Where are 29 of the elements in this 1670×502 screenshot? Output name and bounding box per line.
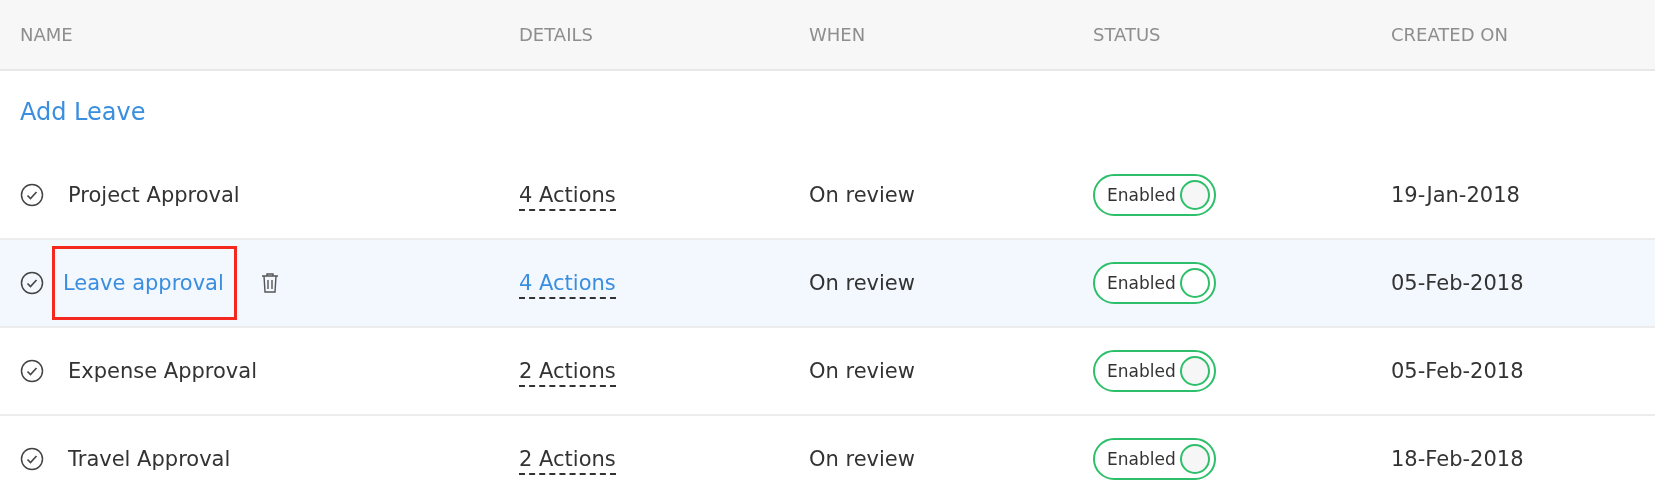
check-circle-icon [20, 359, 44, 383]
created-date: 18-Feb-2018 [1391, 447, 1524, 471]
column-header: STATUS [1093, 24, 1162, 45]
when-text: On review [809, 447, 915, 471]
workflow-name-link[interactable]: Expense Approval [60, 359, 267, 383]
check-circle-icon [20, 447, 44, 471]
status-toggle[interactable]: Enabled [1093, 438, 1216, 480]
check-circle-icon [20, 271, 44, 295]
trash-icon[interactable] [260, 272, 279, 294]
when-text: On review [809, 271, 915, 295]
created-date: 19-Jan-2018 [1391, 183, 1520, 207]
status-toggle[interactable]: Enabled [1093, 262, 1216, 304]
actions-link[interactable]: 4 Actions [519, 183, 616, 211]
when-text: On review [809, 359, 915, 383]
column-header: WHEN [809, 24, 867, 45]
column-header: DETAILS [519, 24, 594, 45]
actions-link[interactable]: 2 Actions [519, 447, 616, 475]
check-circle-icon [20, 183, 44, 207]
when-text: On review [809, 183, 915, 207]
created-date: 05-Feb-2018 [1391, 359, 1524, 383]
table-row[interactable]: Leave approval 4 Actions On review Enabled 05-Feb-2018 [0, 240, 1655, 328]
workflow-name-link[interactable]: Project Approval [60, 183, 250, 207]
created-date: 05-Feb-2018 [1391, 271, 1524, 295]
status-toggle[interactable]: Enabled [1093, 174, 1216, 216]
workflow-name-link[interactable]: Travel Approval [60, 447, 241, 471]
column-header: NAME [20, 24, 74, 45]
column-header: CREATED ON [1391, 24, 1509, 45]
status-toggle[interactable]: Enabled [1093, 350, 1216, 392]
actions-link[interactable]: 2 Actions [519, 359, 616, 387]
